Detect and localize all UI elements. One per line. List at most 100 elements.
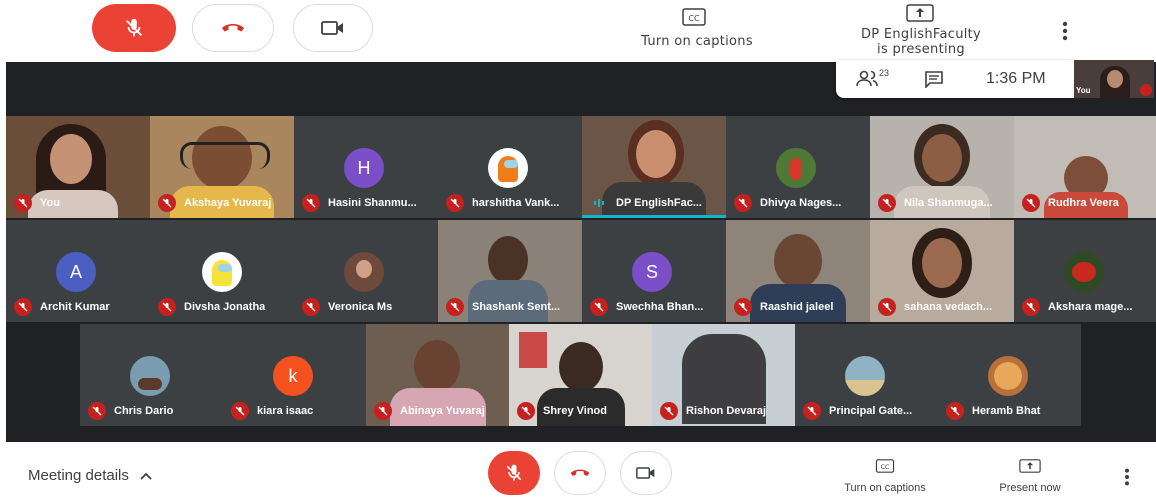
participant-tile-akshaya[interactable]: Akshaya Yuvaraj (150, 116, 294, 218)
participant-tile-hasini[interactable]: H Hasini Shanmu... (294, 116, 438, 218)
participant-tile-dpenglish[interactable]: DP EnglishFac... (582, 116, 726, 218)
more-options-button[interactable] (1058, 20, 1072, 42)
avatar (202, 252, 242, 292)
participant-name: DP EnglishFac... (616, 197, 702, 209)
svg-text:CC: CC (881, 464, 890, 471)
top-control-bar: CC Turn on captions DP EnglishFaculty is… (0, 0, 1156, 62)
muted-mic-icon (302, 194, 320, 212)
muted-mic-icon (878, 298, 896, 316)
bottom-control-bar: Meeting details CC Turn on captions Pres… (0, 445, 1156, 497)
avatar (488, 148, 528, 188)
camera-toggle-button-bottom[interactable] (620, 451, 672, 495)
clock-time: 1:36 PM (986, 70, 1046, 87)
participant-name: sahana vedach... (904, 301, 993, 313)
muted-mic-icon (88, 402, 106, 420)
participant-tile-rishon[interactable]: Rishon Devaraj (652, 324, 795, 426)
captions-label: Turn on captions (641, 34, 753, 49)
participant-name: Nila Shanmuga... (904, 197, 993, 209)
participant-tile-akshara[interactable]: Akshara mage... (1014, 220, 1156, 322)
meeting-details-label: Meeting details (28, 467, 129, 484)
self-preview-tile[interactable]: You (1074, 60, 1154, 98)
more-vert-icon (1125, 468, 1129, 486)
mic-off-icon (506, 464, 522, 481)
people-icon (856, 70, 878, 87)
chevron-up-icon (140, 472, 152, 480)
participant-tile-heramb[interactable]: Heramb Bhat (938, 324, 1081, 426)
muted-mic-icon (803, 402, 821, 420)
participant-name: kiara isaac (257, 405, 314, 417)
participant-tile-shrey[interactable]: Shrey Vinod (509, 324, 652, 426)
chat-button[interactable] (924, 70, 944, 93)
participant-name: Swechha Bhan... (616, 301, 704, 313)
muted-mic-icon (946, 402, 964, 420)
muted-mic-icon (231, 402, 249, 420)
participant-tile-nila[interactable]: Nila Shanmuga... (870, 116, 1014, 218)
participant-tile-shashank[interactable]: Shashank Sent... (438, 220, 582, 322)
participant-tile-rudhra[interactable]: Rudhra Veera (1014, 116, 1156, 218)
participant-tile-dhivya[interactable]: Dhivya Nages... (726, 116, 870, 218)
participant-name: Shashank Sent... (472, 301, 561, 313)
participant-tile-divsha[interactable]: Divsha Jonatha (150, 220, 294, 322)
participant-name: Archit Kumar (40, 301, 110, 313)
avatar: H (344, 148, 384, 188)
mic-toggle-button[interactable] (92, 4, 176, 52)
participant-tile-abinaya[interactable]: Abinaya Yuvaraj (366, 324, 509, 426)
participant-tile-chris[interactable]: Chris Dario (80, 324, 223, 426)
hang-up-icon (220, 21, 246, 35)
present-now-label: Present now (999, 482, 1061, 494)
participant-name: Divsha Jonatha (184, 301, 266, 313)
muted-mic-icon (446, 194, 464, 212)
avatar: k (273, 356, 313, 396)
video-camera-icon (321, 20, 345, 36)
leave-call-button-bottom[interactable] (554, 451, 606, 495)
participant-tile-archit[interactable]: A Archit Kumar (6, 220, 150, 322)
closed-captions-icon: CC (682, 8, 706, 31)
more-options-button-bottom[interactable] (1120, 467, 1134, 487)
more-vert-icon (1062, 21, 1068, 41)
participant-name: Rishon Devaraj (686, 405, 767, 417)
participant-name: Abinaya Yuvaraj (400, 405, 485, 417)
muted-mic-icon (517, 402, 535, 420)
meeting-info-bar: 23 1:36 PM (836, 60, 1074, 98)
participant-name: harshitha Vank... (472, 197, 560, 209)
mic-toggle-button-bottom[interactable] (488, 451, 540, 495)
participant-name: Chris Dario (114, 405, 174, 417)
presenting-indicator[interactable]: DP EnglishFaculty is presenting (836, 2, 1006, 58)
participant-name: Akshaya Yuvaraj (184, 197, 272, 209)
meeting-details-button[interactable]: Meeting details (28, 467, 153, 484)
participant-name: Raashid jaleel (760, 301, 834, 313)
participant-tile-principal[interactable]: Principal Gate... (795, 324, 938, 426)
participant-tile-veronica[interactable]: Veronica Ms (294, 220, 438, 322)
muted-mic-icon (1022, 298, 1040, 316)
hang-up-icon (570, 469, 590, 476)
captions-button-bottom[interactable]: CC Turn on captions (830, 457, 940, 497)
muted-mic-icon (158, 298, 176, 316)
chat-icon (925, 71, 943, 89)
present-now-button[interactable]: Present now (984, 457, 1076, 497)
muted-mic-icon (1022, 194, 1040, 212)
muted-mic-icon (734, 298, 752, 316)
participant-name: Veronica Ms (328, 301, 393, 313)
participant-tile-raashid[interactable]: Raashid jaleel (726, 220, 870, 322)
muted-mic-icon (374, 402, 392, 420)
leave-call-button[interactable] (192, 4, 274, 52)
muted-mic-icon (660, 402, 678, 420)
captions-button[interactable]: CC Turn on captions (622, 6, 772, 52)
participant-tile-harshitha[interactable]: harshitha Vank... (438, 116, 582, 218)
participant-tile-swechha[interactable]: S Swechha Bhan... (582, 220, 726, 322)
participant-tile-you[interactable]: You (6, 116, 150, 218)
muted-mic-icon (14, 194, 32, 212)
participant-name: Heramb Bhat (972, 405, 1041, 417)
participant-tile-kiara[interactable]: k kiara isaac (223, 324, 366, 426)
participant-name: Dhivya Nages... (760, 197, 842, 209)
muted-mic-icon (878, 194, 896, 212)
participants-button[interactable]: 23 (856, 68, 889, 88)
participant-count: 23 (879, 68, 890, 78)
mic-off-icon (123, 17, 145, 39)
camera-toggle-button[interactable] (293, 4, 373, 52)
participant-name: Shrey Vinod (543, 405, 607, 417)
participant-tile-sahana[interactable]: sahana vedach... (870, 220, 1014, 322)
participant-name: Rudhra Veera (1048, 197, 1119, 209)
muted-mic-icon (302, 298, 320, 316)
self-label: You (1076, 86, 1091, 95)
